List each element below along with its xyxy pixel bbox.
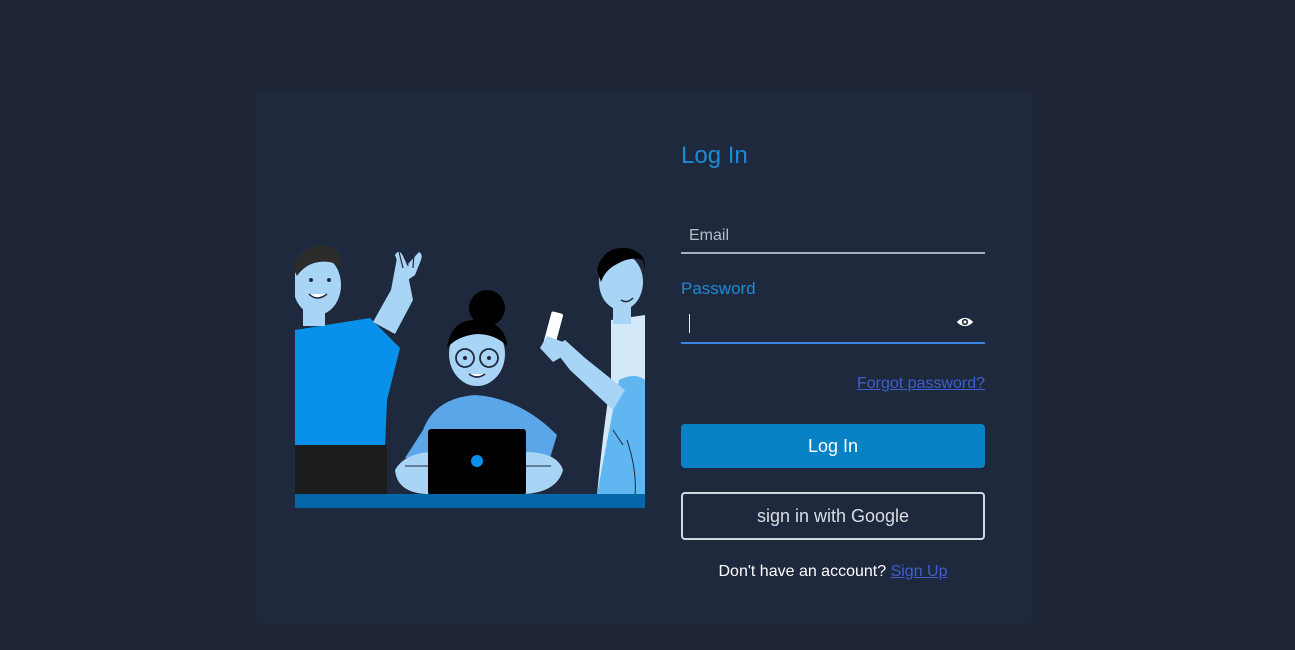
password-label: Password xyxy=(681,279,756,298)
password-input[interactable] xyxy=(681,304,941,342)
email-input[interactable] xyxy=(681,220,985,252)
signup-link[interactable]: Sign Up xyxy=(891,563,948,580)
page-title: Log In xyxy=(681,142,748,169)
person-laptop-figure xyxy=(395,290,563,495)
signup-prompt: Don't have an account? Sign Up xyxy=(681,563,985,581)
desk-base xyxy=(295,494,645,508)
google-signin-button[interactable]: sign in with Google xyxy=(681,492,985,540)
eye-icon[interactable] xyxy=(956,315,974,329)
person-phone-figure xyxy=(540,247,645,496)
forgot-password-link[interactable]: Forgot password? xyxy=(857,375,985,393)
team-illustration xyxy=(295,245,645,508)
text-cursor xyxy=(689,314,690,333)
password-field[interactable] xyxy=(681,304,985,344)
no-account-text: Don't have an account? xyxy=(718,563,887,580)
person-waving-figure xyxy=(295,245,422,495)
login-button[interactable]: Log In xyxy=(681,424,985,468)
email-field[interactable] xyxy=(681,220,985,254)
